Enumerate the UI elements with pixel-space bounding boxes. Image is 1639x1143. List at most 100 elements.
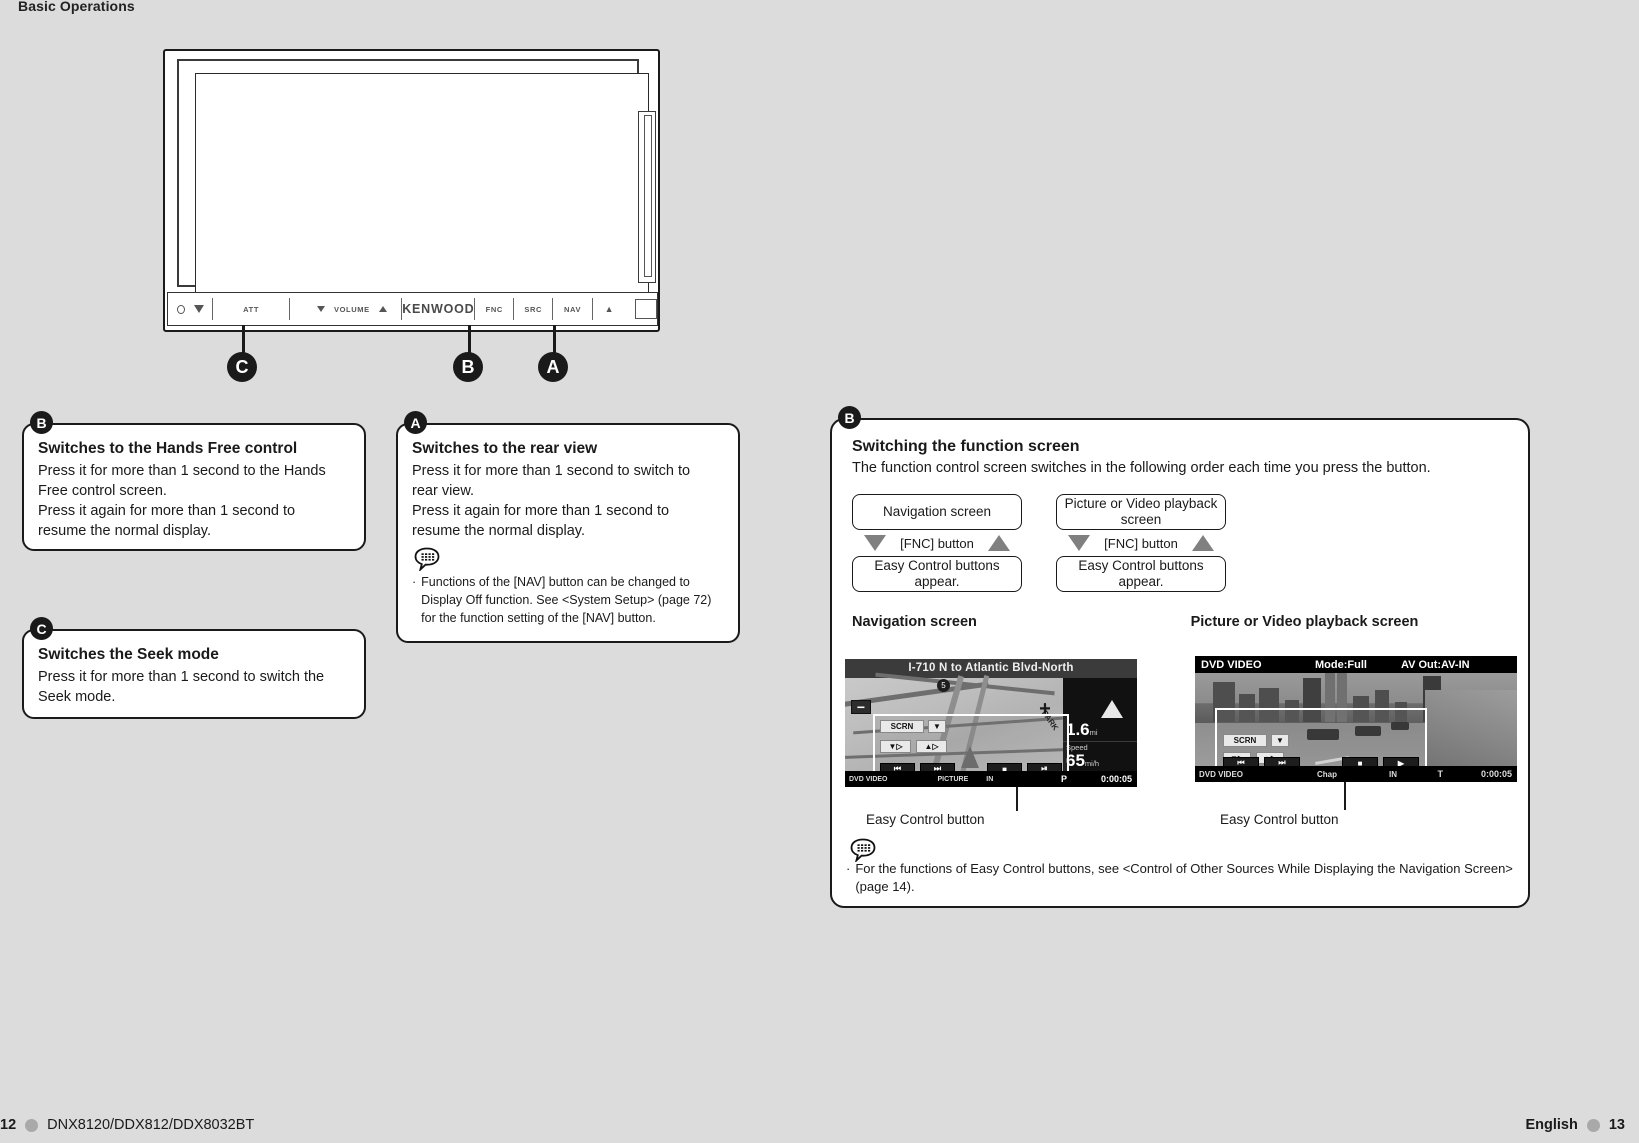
device-button-fnc[interactable]: FNC	[474, 298, 515, 320]
callout-line: Seek mode.	[38, 689, 116, 706]
callout-badge-a: A	[538, 352, 568, 382]
device-button-src-label: SRC	[524, 304, 543, 314]
function-screen-panel: Switching the function screen The functi…	[830, 418, 1530, 908]
triangle-up-icon	[987, 535, 1010, 551]
device-button-src[interactable]: SRC	[514, 298, 554, 320]
dvd-status-time: 0:00:05	[1480, 769, 1512, 779]
scrn-button[interactable]: SCRN	[880, 720, 924, 733]
nav-speed-unit: mi/h	[1084, 759, 1100, 768]
device-screen	[195, 73, 649, 293]
footer-page-number-right: 13	[1608, 1117, 1625, 1133]
callout-body-seek-mode: Press it for more than 1 second to switc…	[38, 667, 348, 707]
nav-speed-cell: Speed 65mi/h	[1063, 742, 1137, 773]
triangle-up-icon	[1191, 535, 1214, 551]
device-illustration: ATT VOLUME KENWOOD FNC SRC NAV ▲	[163, 49, 660, 332]
eject-icon: ▲	[604, 304, 614, 314]
device-faceplate	[177, 59, 649, 293]
screenshot-caption-playback: Picture or Video playback screen	[1190, 614, 1419, 630]
nav-status-time: 0:00:05	[1100, 774, 1132, 784]
easy-control-caption-playback: Easy Control button	[1220, 812, 1339, 827]
nav-status-bar: DVD VIDEO PICTURE IN P 0:00:05	[845, 771, 1137, 787]
flow-transition-navigation: [FNC] button	[852, 535, 1022, 551]
device-button-bar: ATT VOLUME KENWOOD FNC SRC NAV ▲	[167, 292, 658, 326]
callout-line: resume the normal display.	[38, 523, 212, 540]
device-brand-logo: KENWOOD	[402, 302, 475, 316]
easy-control-caption-navigation: Easy Control button	[866, 812, 985, 827]
scrn-button[interactable]: SCRN	[1223, 734, 1267, 747]
callout-line: Press it for more than 1 second to switc…	[38, 669, 325, 686]
flow-top-box-navigation: Navigation screen	[852, 494, 1022, 530]
device-reset-slot	[635, 299, 657, 319]
device-button-nav[interactable]: NAV	[553, 298, 593, 320]
memo-icon	[414, 547, 440, 572]
device-button-att[interactable]: ATT	[211, 298, 291, 320]
callout-title-hands-free: Switches to the Hands Free control	[38, 440, 298, 457]
nav-distance-unit: mi	[1089, 728, 1098, 737]
memo-text: For the functions of Easy Control button…	[855, 861, 1513, 895]
caret-down-icon[interactable]: ▼	[1271, 734, 1289, 747]
callout-box-rear-view: Switches to the rear view Press it for m…	[396, 423, 740, 643]
pointer-line-playback	[1344, 782, 1346, 810]
device-button-volume[interactable]: VOLUME	[302, 298, 403, 320]
panel-title: Switching the function screen	[852, 438, 1080, 455]
device-button-volume-label: VOLUME	[333, 304, 370, 314]
device-button-eject[interactable]: ▲	[593, 298, 626, 320]
footer-left: 12 DNX8120/DDX812/DDX8032BT	[0, 1117, 254, 1133]
callout-line: Press it for more than 1 second to switc…	[412, 463, 691, 480]
device-button-att-label: ATT	[243, 304, 259, 314]
device-side-slot	[644, 115, 652, 277]
dvd-mode-label: Mode:Full	[1315, 658, 1367, 671]
caret-down-icon[interactable]: ▼	[928, 720, 946, 733]
dvd-chapter-label: Chap	[1317, 769, 1338, 779]
triangle-down-icon	[1068, 535, 1091, 551]
footer-page-number-left: 12	[0, 1117, 17, 1133]
callout-box-badge-b: B	[30, 411, 53, 434]
memo-text: Functions of the [NAV] button can be cha…	[421, 575, 712, 625]
callout-box-badge-a: A	[404, 411, 427, 434]
nav-source-label: DVD VIDEO	[849, 775, 888, 783]
memo-list-rear-view: · Functions of the [NAV] button can be c…	[412, 574, 722, 627]
callout-title-seek-mode: Switches the Seek mode	[38, 646, 219, 663]
volume-up-icon	[378, 306, 387, 312]
down-step-icon[interactable]: ▼▷	[880, 740, 911, 753]
nav-picture-label: PICTURE	[937, 775, 969, 783]
footer-language: English	[1525, 1117, 1578, 1133]
device-button-nav-label: NAV	[564, 304, 582, 314]
footer-models: DNX8120/DDX812/DDX8032BT	[47, 1117, 255, 1133]
page-header-title: Basic Operations	[18, 0, 135, 14]
footer-dot-icon	[1586, 1118, 1600, 1132]
callout-line: Press it again for more than 1 second to	[38, 503, 296, 520]
flow-bottom-box-playback: Easy Control buttons appear.	[1056, 556, 1226, 592]
tilt-triangle-icon	[193, 305, 204, 313]
nav-distance-value: 1.6	[1066, 720, 1090, 739]
memo-list-panel: · For the functions of Easy Control butt…	[846, 860, 1514, 897]
memo-icon	[850, 838, 876, 862]
callout-body-rear-view: Press it for more than 1 second to switc…	[412, 461, 722, 541]
zoom-out-icon[interactable]: −	[851, 699, 871, 715]
callout-box-hands-free: Switches to the Hands Free control Press…	[22, 423, 366, 551]
dvd-avout-label: AV Out:AV-IN	[1400, 658, 1470, 671]
callout-title-rear-view: Switches to the rear view	[412, 440, 598, 457]
flow-top-box-playback: Picture or Video playback screen	[1056, 494, 1226, 530]
callout-badge-c: C	[227, 352, 257, 382]
pointer-line-navigation	[1016, 787, 1018, 811]
up-step-icon[interactable]: ▲▷	[916, 740, 947, 753]
nav-info-panel: 1.6mi Speed 65mi/h Arrival Time 1:27P.m.	[1063, 678, 1137, 787]
dvd-source-tag: DVD VIDEO	[1195, 658, 1315, 671]
screenshot-playback: DVD VIDEO Mode:Full AV Out:AV-IN SCRN ▼ …	[1195, 656, 1517, 782]
footer-right: English 13	[1525, 1117, 1625, 1133]
volume-down-icon	[316, 306, 325, 312]
callout-badge-b: B	[453, 352, 483, 382]
screenshot-caption-navigation: Navigation screen	[852, 614, 977, 630]
callout-line: Press it for more than 1 second to the H…	[38, 463, 326, 480]
device-button-fnc-label: FNC	[485, 304, 503, 314]
nav-status-flag: P	[1060, 774, 1067, 784]
callout-box-seek-mode: Switches the Seek mode Press it for more…	[22, 629, 366, 719]
flow-navigation: Navigation screen [FNC] button Easy Cont…	[852, 494, 1022, 592]
flow-transition-playback: [FNC] button	[1056, 535, 1226, 551]
easy-control-overlay-playback[interactable]: SCRN ▼ ▼▷ ▲▷ ⏮ ⏭ ■ ▶	[1215, 708, 1427, 774]
manual-page: Basic Operations ATT VOLUME KENWOOD FNC	[0, 0, 1639, 1143]
triangle-down-icon	[864, 535, 887, 551]
dvd-status-bar: DVD VIDEO Chap IN T 0:00:05	[1195, 766, 1517, 782]
dvd-top-bar: DVD VIDEO Mode:Full AV Out:AV-IN	[1195, 656, 1517, 673]
